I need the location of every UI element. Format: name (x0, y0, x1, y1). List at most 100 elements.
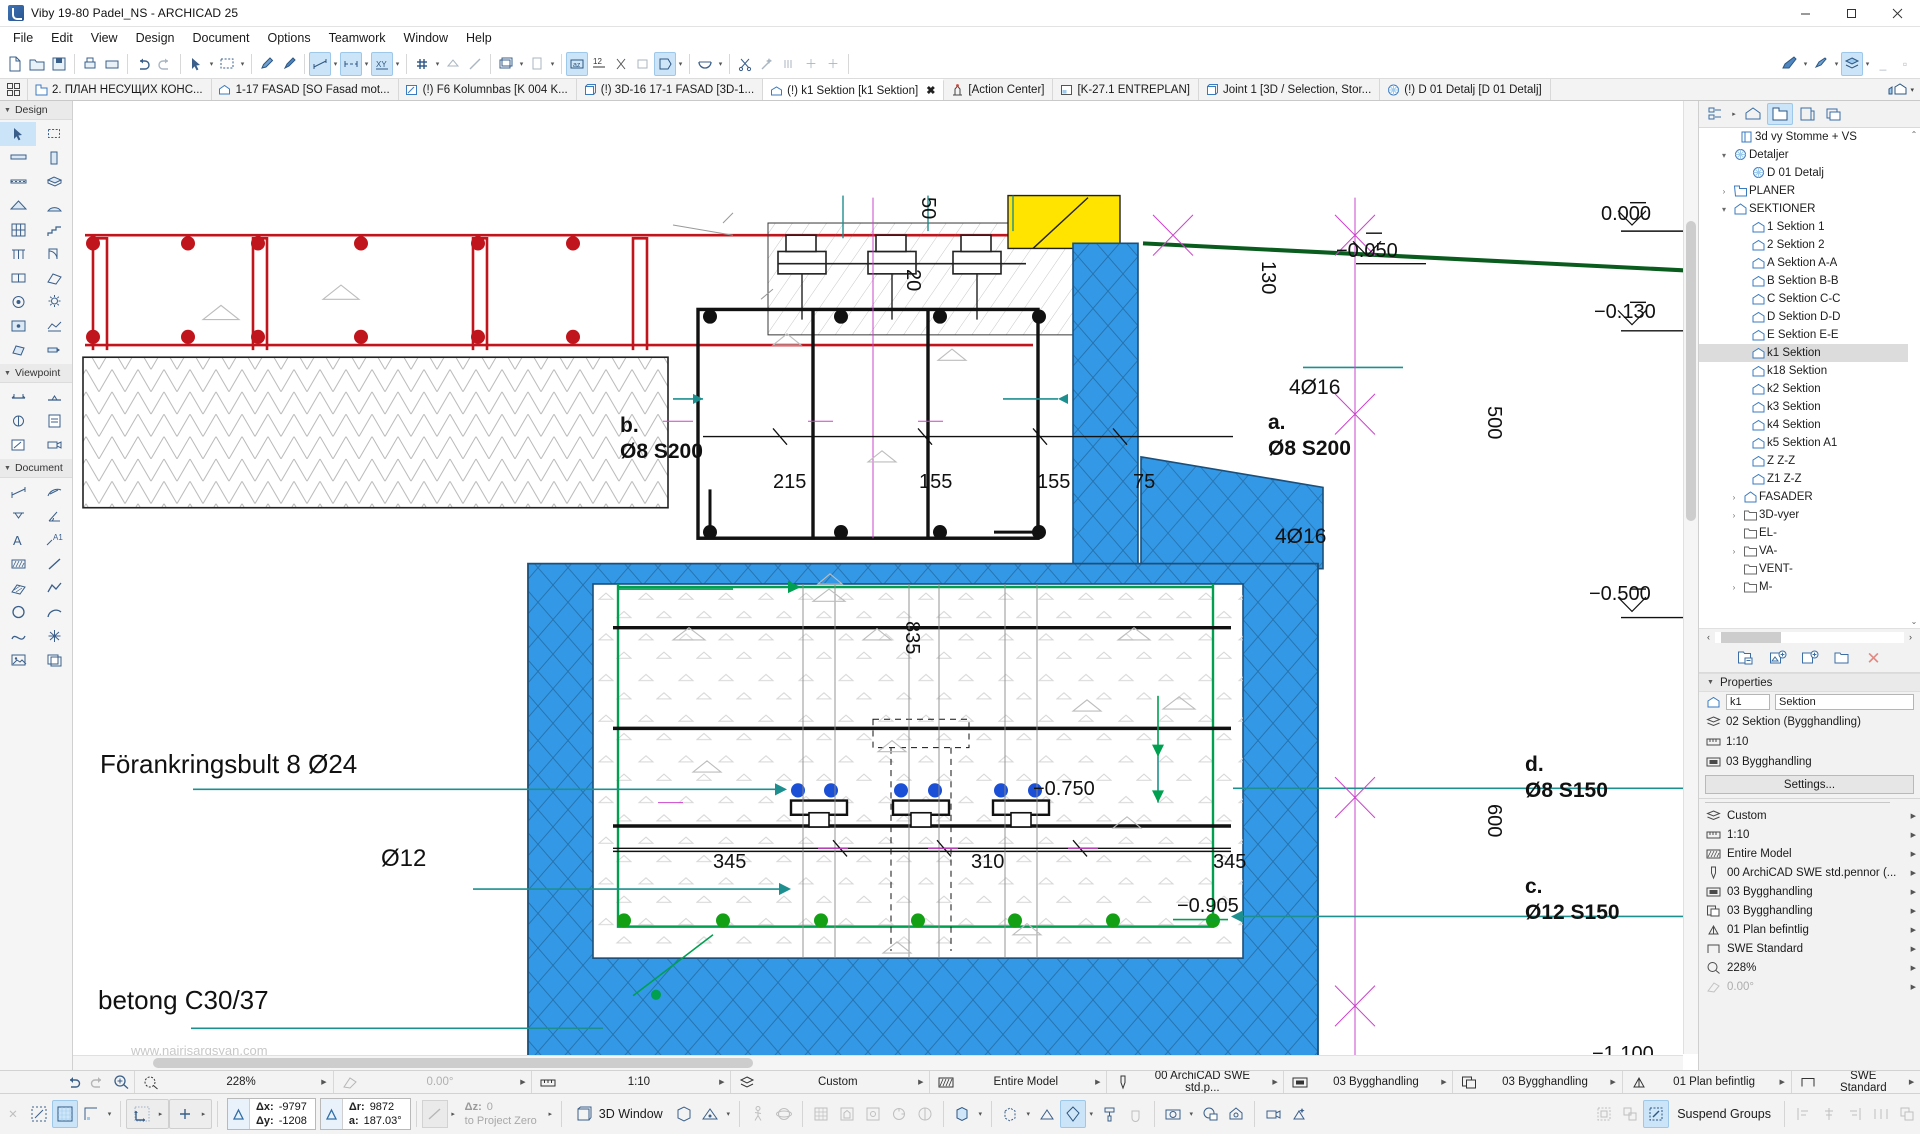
3d-projection-dropdown[interactable]: ▾ (723, 1100, 734, 1128)
chevron-down-icon[interactable]: ▾ (1717, 151, 1731, 160)
view-setting-scale[interactable]: 1:10 ▶ (1699, 825, 1920, 844)
menu-edit[interactable]: Edit (42, 27, 82, 49)
tool-spline[interactable] (0, 624, 36, 648)
z-reference-dropdown[interactable]: ▸ (545, 1100, 556, 1128)
guide-lines-icon[interactable] (26, 1100, 52, 1128)
chevron-right-icon[interactable]: › (1727, 493, 1741, 502)
tool-level-dimension[interactable] (0, 504, 36, 528)
status-zoom-field[interactable]: 228% ▶ (133, 1071, 333, 1093)
linear-dimension-dropdown[interactable]: ▾ (362, 52, 371, 76)
tree-scrollbar[interactable]: ⌃ ⌄ (1908, 128, 1920, 628)
chevron-right-icon[interactable]: ▶ (320, 1078, 329, 1086)
status-model-view-options-field[interactable]: 03 Bygghandling ▶ (1283, 1071, 1452, 1093)
marquee-3d-icon[interactable] (997, 1100, 1023, 1128)
pen-weight-icon[interactable] (1810, 52, 1832, 76)
tree-node-sektioner[interactable]: ▾ SEKTIONER (1699, 200, 1920, 218)
orbit-icon[interactable] (771, 1100, 797, 1128)
status-orientation-field[interactable]: 0.00° ▶ (332, 1071, 532, 1093)
status-graphic-override-field[interactable]: 03 Bygghandling ▶ (1452, 1071, 1621, 1093)
tab-k1-sektion[interactable]: (!) k1 Sektion [k1 Sektion] ✖ (763, 79, 945, 100)
tree-node-sektion-c-c[interactable]: C Sektion C-C (1699, 290, 1920, 308)
drawing-tool-icon[interactable] (495, 52, 517, 76)
canvas-vertical-scrollbar[interactable] (1683, 101, 1698, 1054)
ungroup-icon[interactable] (1617, 1100, 1643, 1128)
menu-document[interactable]: Document (184, 27, 259, 49)
close-button[interactable] (1874, 0, 1920, 26)
pen-color-dropdown[interactable]: ▾ (1801, 52, 1810, 76)
property-id-field[interactable]: k1 (1726, 694, 1770, 710)
tool-window[interactable] (0, 266, 36, 290)
tool-worksheet[interactable] (36, 409, 72, 433)
hscroll-track[interactable] (1715, 631, 1904, 643)
tool-camera[interactable] (36, 433, 72, 457)
print-icon[interactable] (79, 52, 101, 76)
scroll-left-icon[interactable]: ‹ (1702, 632, 1715, 642)
tool-roof[interactable] (0, 194, 36, 218)
status-dimension-standard-field[interactable]: SWE Standard ▶ (1790, 1071, 1920, 1093)
arrow-tool-dropdown[interactable]: ▾ (207, 52, 216, 76)
view-setting-partial-structure[interactable]: Entire Model ▶ (1699, 844, 1920, 863)
chevron-right-icon[interactable]: ▶ (1911, 831, 1916, 839)
grid-dropdown[interactable]: ▾ (104, 1100, 115, 1128)
paint-bucket-icon[interactable] (1123, 1100, 1149, 1128)
chevron-right-icon[interactable]: › (1727, 511, 1741, 520)
properties-header[interactable]: ▼ Properties (1699, 673, 1920, 692)
menu-help[interactable]: Help (457, 27, 501, 49)
sun-study-icon[interactable] (1286, 1100, 1312, 1128)
tree-node-sektion-e-e[interactable]: E Sektion E-E (1699, 326, 1920, 344)
user-origin-icon[interactable] (129, 1100, 155, 1128)
tool-hotspot[interactable] (36, 624, 72, 648)
property-model-view-row[interactable]: 03 Bygghandling (1699, 752, 1920, 772)
view-setting-renovation-filter[interactable]: 01 Plan befintlig ▶ (1699, 920, 1920, 939)
view-setting-zoom[interactable]: 228% ▶ (1699, 958, 1920, 977)
hotspot-tool-icon[interactable] (411, 52, 433, 76)
3d-cutaway-dropdown[interactable]: ▾ (975, 1100, 986, 1128)
line-tool-icon[interactable] (464, 52, 486, 76)
fly-through-icon[interactable] (1260, 1100, 1286, 1128)
save-icon[interactable] (48, 52, 70, 76)
undo-icon[interactable] (132, 52, 154, 76)
menu-window[interactable]: Window (395, 27, 457, 49)
align-left-icon[interactable] (1790, 1100, 1816, 1128)
chevron-right-icon[interactable]: ▶ (518, 1078, 527, 1086)
chevron-right-icon[interactable]: ▶ (1907, 1078, 1916, 1086)
tool-morph[interactable] (0, 338, 36, 362)
tab-f6-kolumnbas[interactable]: (!) F6 Kolumnbas [K 004 K... (398, 79, 577, 100)
tree-node-sektion-2[interactable]: 2 Sektion 2 (1699, 236, 1920, 254)
redo-icon[interactable] (154, 52, 176, 76)
tool-detail[interactable] (0, 433, 36, 457)
coordinate-box-polar[interactable]: Δr: 9872 a: 187.03° (319, 1098, 411, 1130)
toolbox-section-design-header[interactable]: ▼ Design (0, 101, 72, 120)
tab-joint-1-3d[interactable]: Joint 1 [3D / Selection, Stor... (1198, 79, 1381, 100)
tool-marquee[interactable] (36, 122, 72, 146)
scroll-up-icon[interactable]: ⌃ (1911, 130, 1918, 139)
suspend-groups-icon[interactable] (1643, 1100, 1670, 1128)
view-setting-model-view-options[interactable]: 03 Bygghandling ▶ (1699, 882, 1920, 901)
status-scale-field[interactable]: 1:10 ▶ (531, 1071, 730, 1093)
tool-beam[interactable] (0, 170, 36, 194)
chevron-right-icon[interactable]: ▶ (1911, 812, 1916, 820)
distribute-icon[interactable] (1868, 1100, 1894, 1128)
tree-node-k2-sektion[interactable]: k2 Sektion (1699, 380, 1920, 398)
walk-icon[interactable] (745, 1100, 771, 1128)
delete-icon[interactable]: ✕ (1864, 649, 1884, 669)
tree-node-d01-detalj[interactable]: D 01 Detalj (1699, 164, 1920, 182)
tool-interior-elevation[interactable] (0, 409, 36, 433)
project-map-dropdown[interactable]: ▸ (1729, 110, 1739, 118)
menu-teamwork[interactable]: Teamwork (320, 27, 395, 49)
tree-node-sektion-a-a[interactable]: A Sektion A-A (1699, 254, 1920, 272)
fill-tool-icon[interactable] (442, 52, 464, 76)
pen-weight-dropdown[interactable]: ▾ (1832, 52, 1841, 76)
linear-dimension-icon[interactable] (340, 51, 362, 76)
blank-page-icon[interactable] (526, 52, 548, 76)
tab-overview-button[interactable] (0, 79, 28, 100)
chevron-right-icon[interactable]: ▶ (1093, 1078, 1102, 1086)
add-icon[interactable]: ＋ (800, 52, 822, 76)
label-tool-icon[interactable] (654, 51, 676, 76)
layer-settings-dropdown[interactable]: ▾ (1863, 52, 1872, 76)
render-house-icon[interactable] (1223, 1100, 1249, 1128)
tool-arc[interactable] (36, 600, 72, 624)
tool-door[interactable] (36, 242, 72, 266)
tree-node-el[interactable]: EL- (1699, 524, 1920, 542)
3d-rotate-icon[interactable] (886, 1100, 912, 1128)
